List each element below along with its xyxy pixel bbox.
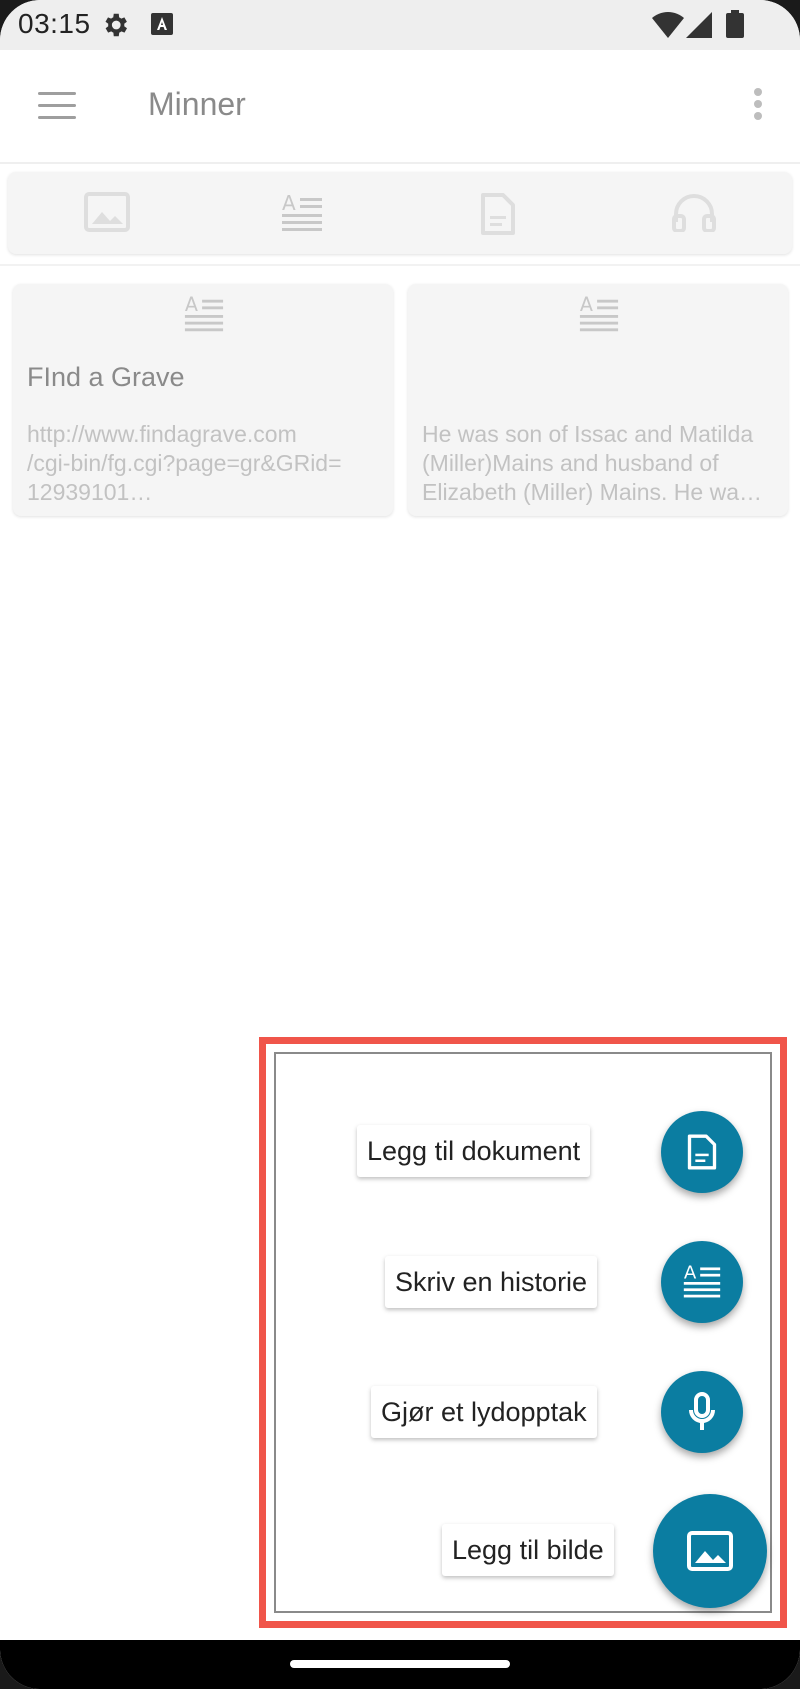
card-excerpt: He was son of Issac and Matilda (Miller)… — [422, 421, 762, 505]
story-text-icon: A — [183, 293, 225, 336]
card-excerpt: http://www.findagrave.com /cgi-bin/fg.cg… — [27, 421, 342, 505]
filter-tab-audio[interactable] — [672, 192, 718, 236]
status-time: 03:15 — [18, 8, 91, 39]
battery-icon — [726, 10, 744, 43]
app-toolbar: Minner — [0, 50, 800, 164]
svg-text:A: A — [185, 294, 198, 316]
app-screen: 03:15 Minner A A FInd a Grave http://www… — [0, 0, 800, 1689]
filter-tab-images[interactable] — [84, 192, 130, 236]
headphones-icon — [672, 194, 716, 233]
home-gesture-handle[interactable] — [290, 1660, 510, 1668]
document-icon — [687, 1134, 717, 1170]
status-bar: 03:15 — [0, 0, 800, 50]
svg-text:A: A — [282, 192, 296, 215]
memory-card[interactable]: A He was son of Issac and Matilda (Mille… — [408, 284, 788, 516]
document-icon — [481, 193, 515, 235]
system-navigation-bar — [0, 1640, 800, 1689]
memory-type-filter: A — [8, 172, 792, 254]
settings-icon — [100, 10, 130, 45]
image-icon — [84, 192, 130, 232]
write-story-label[interactable]: Skriv en historie — [385, 1256, 598, 1308]
write-story-button[interactable]: A — [661, 1241, 743, 1323]
story-text-icon: A — [578, 293, 620, 336]
wifi-icon — [652, 12, 684, 43]
story-text-icon: A — [683, 1262, 721, 1298]
record-audio-label[interactable]: Gjør et lydopptak — [371, 1386, 597, 1438]
add-document-button[interactable] — [661, 1111, 743, 1193]
more-vertical-icon[interactable] — [754, 88, 764, 124]
microphone-icon — [689, 1392, 715, 1430]
divider — [0, 264, 800, 266]
hamburger-menu-icon[interactable] — [38, 92, 76, 120]
memory-card[interactable]: A FInd a Grave http://www.findagrave.com… — [13, 284, 393, 516]
story-text-icon: A — [282, 191, 322, 231]
card-title: FInd a Grave — [27, 362, 185, 392]
add-image-label[interactable]: Legg til bilde — [442, 1524, 614, 1576]
svg-text:A: A — [684, 1262, 697, 1283]
record-audio-button[interactable] — [661, 1371, 743, 1453]
image-icon — [687, 1531, 733, 1571]
filter-tab-stories[interactable]: A — [280, 191, 326, 236]
accessibility-a-icon — [150, 12, 174, 41]
signal-icon — [686, 12, 712, 43]
add-image-button[interactable] — [653, 1494, 767, 1608]
add-document-label[interactable]: Legg til dokument — [357, 1125, 591, 1177]
page-title: Minner — [148, 86, 246, 122]
filter-tab-documents[interactable] — [480, 192, 526, 236]
svg-text:A: A — [580, 294, 593, 316]
